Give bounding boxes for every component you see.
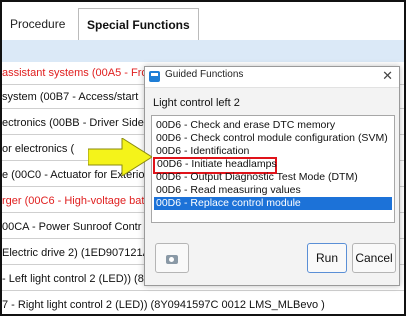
list-item-selected[interactable]: 00D6 - Replace control module bbox=[154, 197, 392, 210]
guided-functions-dialog: Guided Functions ✕ Light control left 2 … bbox=[144, 66, 400, 286]
list-item[interactable]: 00D6 - Read measuring values bbox=[154, 184, 392, 197]
screenshot-button[interactable] bbox=[155, 243, 189, 273]
tab-special-functions[interactable]: Special Functions bbox=[78, 8, 199, 41]
dialog-title-bar: Guided Functions ✕ bbox=[145, 67, 399, 88]
dialog-title: Guided Functions bbox=[165, 69, 244, 80]
list-item[interactable]: 7 - Right light control 2 (LED)) (8Y0941… bbox=[2, 294, 404, 314]
app-icon bbox=[149, 71, 160, 82]
camera-icon bbox=[166, 255, 178, 264]
pointer-arrow-icon bbox=[88, 138, 152, 176]
tab-procedure[interactable]: Procedure bbox=[2, 8, 73, 40]
tab-bar: Procedure Special Functions bbox=[2, 2, 404, 41]
dialog-heading: Light control left 2 bbox=[153, 97, 240, 109]
run-button[interactable]: Run bbox=[307, 243, 347, 273]
list-item[interactable]: 00D6 - Output Diagnostic Test Mode (DTM) bbox=[154, 171, 392, 184]
list-item[interactable]: 00D6 - Check control module configuratio… bbox=[154, 132, 392, 145]
list-item[interactable]: 00D6 - Check and erase DTC memory bbox=[154, 119, 392, 132]
close-icon[interactable]: ✕ bbox=[382, 68, 393, 84]
function-list: 00D6 - Check and erase DTC memory 00D6 -… bbox=[151, 115, 395, 223]
cancel-button[interactable]: Cancel bbox=[352, 243, 396, 273]
toolbar-strip bbox=[2, 40, 404, 62]
